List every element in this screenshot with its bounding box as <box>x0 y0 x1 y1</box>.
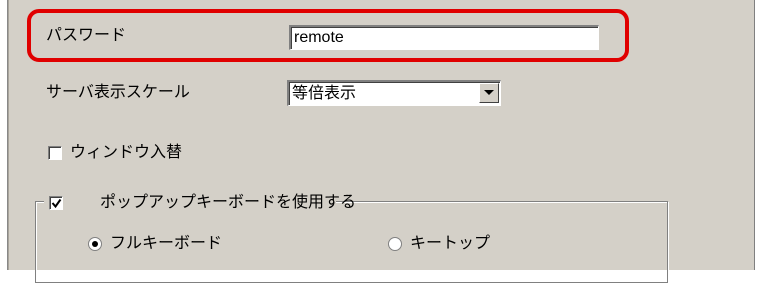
right-window-edge <box>754 0 758 270</box>
popup-keyboard-legend: ポップアップキーボードを使用する <box>44 191 356 213</box>
check-icon <box>51 198 62 209</box>
popup-keyboard-checkbox[interactable] <box>49 196 63 210</box>
password-input[interactable]: remote <box>289 25 599 50</box>
radio-full-keyboard-label: フルキーボード <box>110 233 223 252</box>
password-label: パスワード <box>46 25 127 44</box>
server-scale-select[interactable]: 等倍表示 <box>287 80 501 106</box>
chevron-down-icon <box>484 90 494 95</box>
window-swap-checkbox[interactable] <box>48 146 62 160</box>
popup-keyboard-label: ポップアップキーボードを使用する <box>100 192 357 211</box>
server-scale-label: サーバ表示スケール <box>46 82 190 101</box>
server-scale-value: 等倍表示 <box>292 83 357 102</box>
radio-selected-dot <box>92 241 98 247</box>
radio-full-keyboard[interactable] <box>88 237 102 251</box>
window-swap-label: ウィンドウ入替 <box>70 142 183 161</box>
radio-keytop[interactable] <box>388 237 402 251</box>
server-scale-dropdown-button[interactable] <box>479 83 499 103</box>
radio-keytop-label: キートップ <box>410 233 491 252</box>
left-window-edge <box>0 0 8 270</box>
